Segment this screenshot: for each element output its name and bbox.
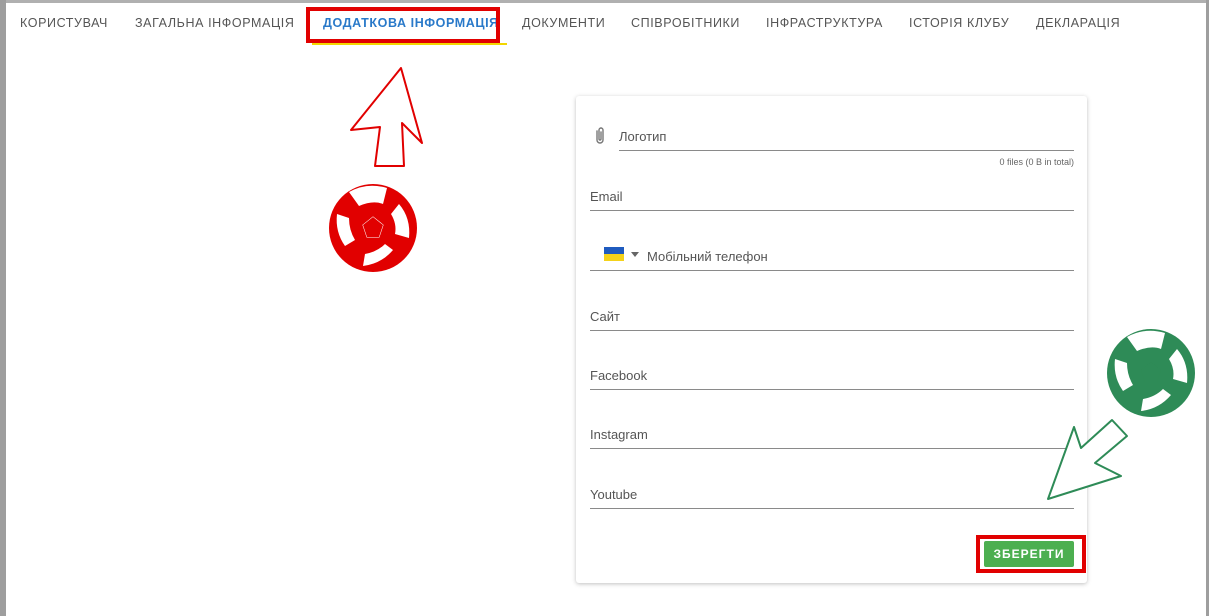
green-arrow-icon [1047, 419, 1128, 500]
red-arrow-icon [350, 67, 423, 167]
annotation-overlay [329, 67, 1195, 500]
green-football-icon [1107, 329, 1195, 417]
red-football-icon [329, 184, 417, 272]
